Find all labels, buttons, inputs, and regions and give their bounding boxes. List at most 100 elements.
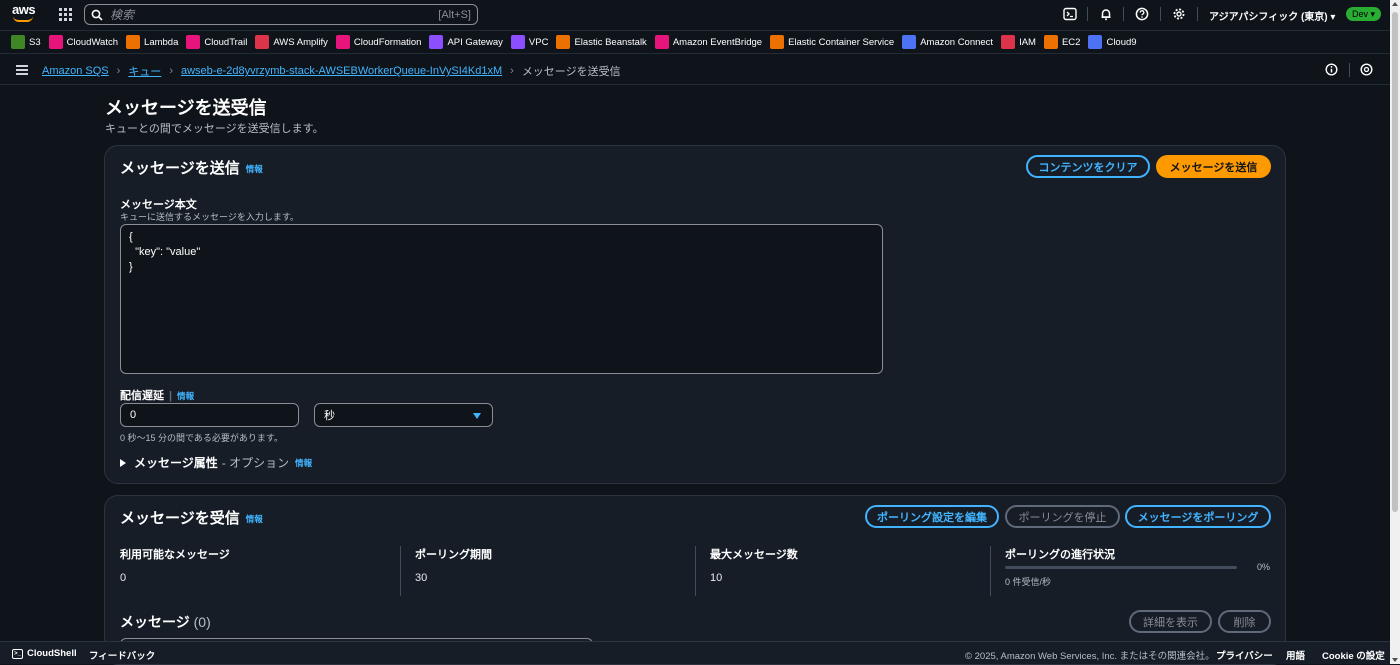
receive-message-panel: メッセージを受信 情報 ポーリング設定を編集 ポーリングを停止 メッセージをポーリ… — [104, 495, 1286, 665]
connect-icon — [902, 35, 917, 49]
beanstalk-icon — [556, 35, 571, 49]
caret-right-icon — [120, 458, 126, 467]
cloudtrail-icon — [186, 35, 201, 49]
favorite-lambda[interactable]: Lambda — [126, 35, 178, 49]
send-info-link[interactable]: 情報 — [246, 164, 263, 174]
chevron-right-icon: › — [169, 65, 173, 77]
favorite-apigateway[interactable]: API Gateway — [429, 35, 503, 49]
feedback-link[interactable]: フィードバック — [89, 648, 155, 662]
favorite-label: Elastic Beanstalk — [574, 36, 647, 48]
delete-button[interactable]: 削除 — [1218, 610, 1271, 633]
polling-progress-percent: 0% — [1257, 562, 1271, 572]
delivery-delay-hint: 0 秒〜15 分の間である必要があります。 — [120, 433, 284, 443]
favorite-cloud9[interactable]: Cloud9 — [1088, 35, 1137, 49]
messages-title: メッセージ (0) — [120, 612, 211, 632]
cloud9-icon — [1088, 35, 1103, 49]
favorite-label: Cloud9 — [1106, 36, 1137, 48]
favorite-connect[interactable]: Amazon Connect — [902, 35, 993, 49]
delivery-delay-input[interactable]: 0 — [120, 403, 299, 427]
history-icon[interactable] — [1360, 63, 1373, 76]
breadcrumb-queue-name[interactable]: awseb-e-2d8yvrzymb-stack-AWSEBWorkerQueu… — [181, 65, 502, 77]
send-message-panel: メッセージを送信 情報 コンテンツをクリア メッセージを送信 メッセージ本文 キュ… — [104, 145, 1286, 484]
stat-label: ポーリング期間 — [415, 549, 492, 561]
favorite-label: AWS Amplify — [273, 36, 328, 48]
settings-gear-icon[interactable] — [1172, 7, 1186, 21]
services-menu-icon[interactable] — [59, 8, 72, 21]
cloudshell-label: CloudShell — [27, 648, 77, 659]
send-message-button[interactable]: メッセージを送信 — [1156, 155, 1271, 178]
s3-icon — [11, 35, 25, 49]
send-panel-title-text: メッセージを送信 — [120, 160, 240, 177]
view-details-button[interactable]: 詳細を表示 — [1129, 610, 1212, 633]
polling-progress-rate: 0 件受信/秒 — [1005, 577, 1052, 587]
privacy-link[interactable]: プライバシー — [1216, 648, 1273, 662]
receive-info-link[interactable]: 情報 — [246, 514, 263, 524]
favorite-eventbridge[interactable]: Amazon EventBridge — [654, 35, 763, 49]
divider — [400, 546, 401, 596]
region-selector[interactable]: アジアパシフィック (東京) ▾ — [1209, 8, 1335, 23]
favorite-cloudwatch[interactable]: CloudWatch — [48, 35, 118, 49]
favorite-ec2[interactable]: EC2 — [1043, 35, 1080, 49]
terms-link[interactable]: 用語 — [1286, 648, 1305, 662]
poll-messages-button[interactable]: メッセージをポーリング — [1125, 505, 1271, 528]
attributes-info-link[interactable]: 情報 — [295, 457, 312, 469]
account-badge[interactable]: Dev ▾ — [1346, 7, 1382, 21]
favorites-bar: S3 CloudWatch Lambda CloudTrail AWS Amplify C… — [0, 30, 1390, 54]
messages-count: (0) — [193, 614, 211, 630]
eventbridge-icon — [654, 35, 669, 49]
favorite-beanstalk[interactable]: Elastic Beanstalk — [556, 35, 647, 49]
favorite-amplify[interactable]: AWS Amplify — [255, 35, 328, 49]
search-shortcut: [Alt+S] — [438, 8, 471, 21]
apigateway-icon — [429, 35, 444, 49]
favorite-cloudtrail[interactable]: CloudTrail — [186, 35, 247, 49]
breadcrumb-amazon-sqs[interactable]: Amazon SQS — [42, 65, 109, 77]
favorite-vpc[interactable]: VPC — [510, 35, 548, 49]
favorite-label: CloudTrail — [204, 36, 248, 48]
page-scrollbar[interactable] — [1390, 0, 1400, 664]
message-attributes-optional: - オプション — [221, 456, 290, 470]
divider — [990, 546, 991, 596]
bell-icon[interactable] — [1099, 7, 1113, 21]
scroll-down-arrow-icon[interactable] — [1392, 658, 1398, 662]
lambda-icon — [126, 35, 141, 49]
footer: >_ CloudShell フィードバック © 2025, Amazon Web… — [0, 641, 1390, 664]
scrollbar-thumb[interactable] — [1392, 12, 1398, 512]
amplify-icon — [255, 35, 270, 49]
help-icon[interactable] — [1135, 7, 1149, 21]
delay-unit-select[interactable]: 秒 — [314, 403, 493, 427]
favorite-ecs[interactable]: Elastic Container Service — [770, 35, 894, 49]
aws-logo[interactable]: aws — [12, 3, 36, 24]
cookie-settings-link[interactable]: Cookie の設定 — [1322, 648, 1385, 662]
favorite-s3[interactable]: S3 — [11, 35, 41, 49]
stat-value: 0 — [120, 572, 127, 584]
messages-title-text: メッセージ — [120, 614, 190, 630]
message-attributes-expander[interactable]: メッセージ属性 - オプション 情報 — [120, 454, 312, 471]
favorite-cloudformation[interactable]: CloudFormation — [335, 35, 421, 49]
message-attributes-label: メッセージ属性 — [134, 456, 218, 470]
breadcrumb-bar: Amazon SQS › キュー › awseb-e-2d8yvrzymb-st… — [0, 55, 1390, 85]
clear-content-button[interactable]: コンテンツをクリア — [1026, 155, 1150, 178]
favorite-iam[interactable]: IAM — [1001, 35, 1036, 49]
breadcrumb-queues[interactable]: キュー — [128, 63, 161, 79]
vpc-icon — [510, 35, 525, 49]
edit-polling-settings-button[interactable]: ポーリング設定を編集 — [865, 505, 999, 528]
favorite-label: Amazon EventBridge — [672, 36, 763, 48]
cloudshell-link[interactable]: >_ CloudShell — [12, 648, 77, 659]
menu-hamburger-icon[interactable] — [16, 65, 28, 75]
cloudformation-icon — [335, 35, 350, 49]
scroll-up-arrow-icon[interactable] — [1392, 2, 1398, 6]
favorite-label: S3 — [29, 36, 41, 48]
ecs-icon — [770, 35, 785, 49]
search-icon — [91, 9, 103, 21]
receive-panel-title: メッセージを受信 情報 — [120, 507, 263, 528]
stop-polling-button[interactable]: ポーリングを停止 — [1005, 505, 1120, 528]
delay-info-link[interactable]: 情報 — [177, 391, 194, 401]
message-body-description: キューに送信するメッセージを入力します。 — [120, 212, 299, 222]
message-body-textarea[interactable]: { "key": "value" } — [120, 224, 883, 374]
cloudshell-icon[interactable] — [1063, 7, 1077, 21]
aws-smile-icon — [13, 16, 33, 22]
delay-unit-value: 秒 — [324, 410, 335, 422]
search-input[interactable]: 検索 [Alt+S] — [84, 4, 478, 25]
breadcrumb-current: メッセージを送受信 — [521, 66, 621, 78]
info-panel-icon[interactable] — [1325, 63, 1338, 76]
